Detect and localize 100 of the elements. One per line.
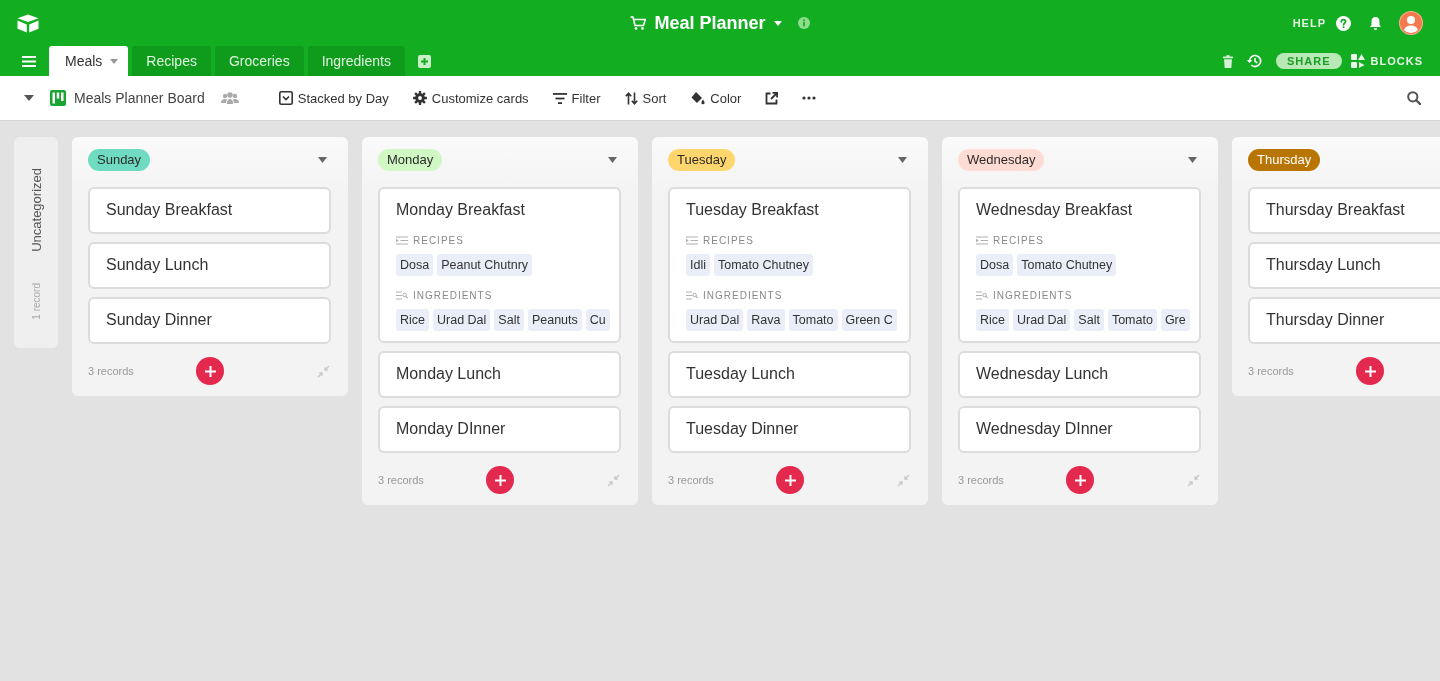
day-tag: Monday bbox=[378, 149, 443, 171]
caret-icon[interactable] bbox=[1188, 157, 1197, 163]
record-chip: Urad Dal bbox=[686, 309, 744, 331]
checkbox-icon bbox=[278, 91, 293, 105]
add-record-button[interactable] bbox=[196, 357, 224, 385]
add-record-button[interactable] bbox=[1356, 357, 1384, 385]
card-title: Thursday Breakfast bbox=[1266, 200, 1405, 220]
sort-button[interactable]: Sort bbox=[624, 90, 667, 106]
shapes-icon bbox=[1350, 54, 1365, 68]
caret-icon[interactable] bbox=[318, 157, 327, 163]
day-tag: Tuesday bbox=[668, 149, 736, 171]
history-icon[interactable] bbox=[1247, 54, 1263, 68]
help-icon[interactable] bbox=[1336, 15, 1351, 31]
sort-icon bbox=[624, 91, 638, 105]
column-title: Uncategorized bbox=[28, 168, 44, 252]
record-chip: Green C bbox=[841, 309, 897, 331]
add-tab-icon[interactable] bbox=[417, 54, 431, 68]
card-title: Monday Lunch bbox=[396, 364, 501, 384]
card-title: Tuesday Breakfast bbox=[686, 200, 819, 220]
day-tag: Sunday bbox=[88, 149, 151, 171]
info-icon[interactable] bbox=[797, 17, 810, 29]
logo-icon[interactable] bbox=[17, 13, 39, 33]
record-chip: Rice bbox=[396, 309, 429, 331]
record-card[interactable]: Sunday Lunch bbox=[88, 242, 331, 289]
record-card[interactable]: Thursday Dinner bbox=[1248, 297, 1440, 344]
filter-button[interactable]: Filter bbox=[552, 90, 601, 106]
day-tag: Thursday bbox=[1248, 149, 1321, 171]
field-label: RECIPES bbox=[413, 234, 464, 246]
kanban-icon[interactable] bbox=[50, 90, 66, 106]
list-icon bbox=[396, 235, 408, 245]
card-title: Sunday Dinner bbox=[106, 310, 212, 330]
add-record-button[interactable] bbox=[486, 466, 514, 494]
plus-icon bbox=[494, 474, 506, 486]
add-record-button[interactable] bbox=[776, 466, 804, 494]
record-card[interactable]: Thursday Breakfast bbox=[1248, 187, 1440, 234]
record-card[interactable]: Wednesday DInner bbox=[958, 406, 1201, 453]
record-card[interactable]: Monday Breakfast RECIPES Dosa Peanut Chutnry INGREDIENTS Rice Urad Dal Salt Peanuts Cu bbox=[378, 187, 621, 343]
card-title: Sunday Lunch bbox=[106, 255, 209, 275]
customize-cards-button[interactable]: Customize cards bbox=[412, 90, 529, 106]
record-card[interactable]: Monday Lunch bbox=[378, 351, 621, 398]
record-count: 1 record bbox=[30, 282, 42, 320]
card-title: Wednesday Lunch bbox=[976, 364, 1109, 384]
collapse-icon[interactable] bbox=[317, 364, 330, 378]
list-search-icon bbox=[396, 290, 408, 300]
record-chip: Salt bbox=[494, 309, 524, 331]
list-search-icon bbox=[686, 290, 698, 300]
more-icon[interactable] bbox=[802, 96, 817, 100]
field-label: RECIPES bbox=[703, 234, 754, 246]
people-icon[interactable] bbox=[220, 92, 239, 104]
record-chip: Tomato bbox=[1107, 309, 1157, 331]
record-chip: Dosa bbox=[976, 254, 1014, 276]
field-label: INGREDIENTS bbox=[703, 289, 783, 301]
record-card[interactable]: Tuesday Lunch bbox=[668, 351, 911, 398]
list-icon bbox=[976, 235, 988, 245]
color-button[interactable]: Color bbox=[690, 90, 742, 106]
record-chip: Rava bbox=[747, 309, 785, 331]
day-tag: Wednesday bbox=[958, 149, 1045, 171]
plus-icon bbox=[1364, 365, 1376, 377]
caret-icon[interactable] bbox=[608, 157, 617, 163]
trash-icon[interactable] bbox=[1223, 54, 1234, 68]
record-card[interactable]: Sunday Dinner bbox=[88, 297, 331, 344]
record-chip: Salt bbox=[1074, 309, 1104, 331]
card-title: Thursday Dinner bbox=[1266, 310, 1385, 330]
record-card[interactable]: Thursday Lunch bbox=[1248, 242, 1440, 289]
record-chip: Idli bbox=[686, 254, 710, 276]
collapse-icon[interactable] bbox=[897, 473, 910, 487]
card-title: Wednesday DInner bbox=[976, 419, 1113, 439]
external-link-icon[interactable] bbox=[765, 91, 779, 105]
collapse-icon[interactable] bbox=[1187, 473, 1200, 487]
search-icon[interactable] bbox=[1407, 91, 1421, 105]
record-card[interactable]: Wednesday Lunch bbox=[958, 351, 1201, 398]
caret-icon[interactable] bbox=[898, 157, 907, 163]
record-card[interactable]: Monday DInner bbox=[378, 406, 621, 453]
record-chip: Dosa bbox=[396, 254, 434, 276]
record-card[interactable]: Tuesday Dinner bbox=[668, 406, 911, 453]
field-label: INGREDIENTS bbox=[993, 289, 1073, 301]
table-tab[interactable]: Meals bbox=[49, 46, 129, 76]
record-count: 3 records bbox=[1248, 365, 1295, 377]
group-by-button[interactable]: Stacked by Day bbox=[278, 90, 389, 106]
caret-icon[interactable] bbox=[24, 95, 34, 101]
gear-icon bbox=[412, 91, 427, 105]
card-title: Tuesday Lunch bbox=[686, 364, 795, 384]
record-chip: Peanut Chutnry bbox=[437, 254, 533, 276]
view-name[interactable]: Meals Planner Board bbox=[74, 90, 205, 106]
record-card[interactable]: Tuesday Breakfast RECIPES Idli Tomato Chutney INGREDIENTS Urad Dal Rava Tomato Green C bbox=[668, 187, 911, 343]
card-title: Wednesday Breakfast bbox=[976, 200, 1133, 220]
collapse-icon[interactable] bbox=[607, 473, 620, 487]
record-chip: Urad Dal bbox=[1013, 309, 1071, 331]
uncategorized-column[interactable]: Uncategorized 1 record bbox=[14, 137, 58, 348]
record-count: 3 records bbox=[668, 474, 715, 486]
add-record-button[interactable] bbox=[1066, 466, 1094, 494]
record-card[interactable]: Wednesday Breakfast RECIPES Dosa Tomato Chutney INGREDIENTS Rice Urad Dal Salt Tomato Gre bbox=[958, 187, 1201, 343]
cart-icon bbox=[630, 16, 647, 30]
record-card[interactable]: Sunday Breakfast bbox=[88, 187, 331, 234]
record-chip: Urad Dal bbox=[433, 309, 491, 331]
list-search-icon bbox=[976, 290, 988, 300]
record-chip: Peanuts bbox=[527, 309, 582, 331]
bell-icon[interactable] bbox=[1369, 15, 1382, 31]
avatar-icon[interactable] bbox=[1399, 11, 1423, 35]
menu-icon[interactable] bbox=[22, 55, 36, 67]
